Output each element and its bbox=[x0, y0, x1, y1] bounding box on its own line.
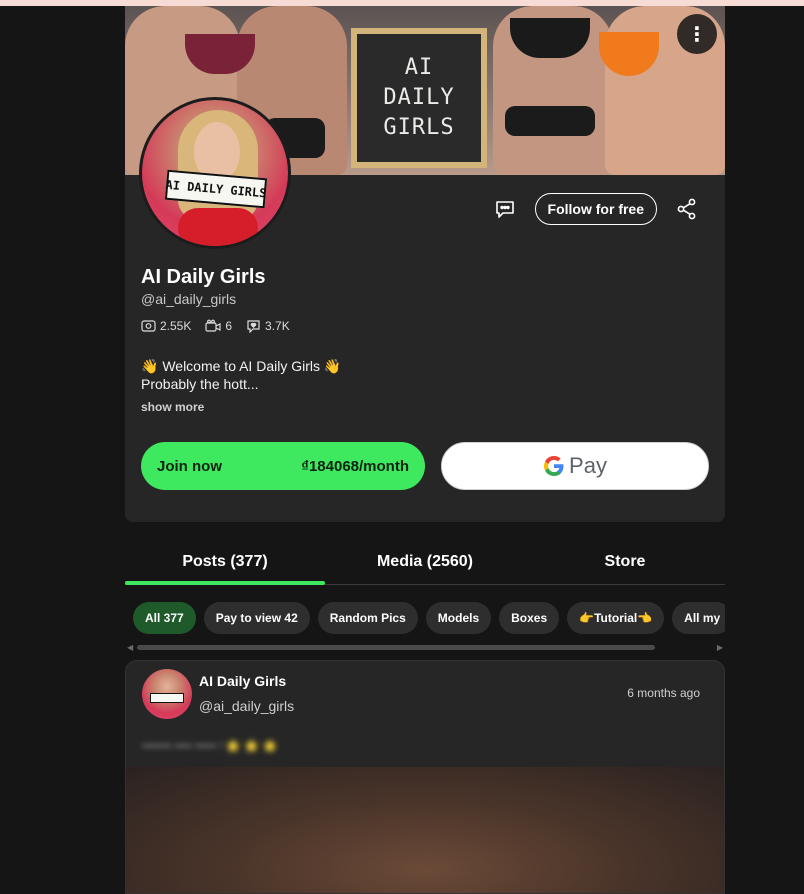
post-author[interactable]: AI Daily Girls bbox=[199, 673, 286, 689]
scrollbar-thumb[interactable] bbox=[137, 645, 655, 650]
post-media-locked[interactable] bbox=[126, 767, 724, 893]
chip-all[interactable]: All 377 bbox=[133, 602, 196, 634]
letterboard-line-1: AI bbox=[404, 55, 434, 80]
profile-stats: 2.55K 6 3.7K bbox=[141, 319, 304, 333]
scroll-left-arrow-icon[interactable]: ◀ bbox=[127, 643, 133, 652]
message-button[interactable] bbox=[491, 195, 519, 223]
post-filter-chips: All 377 Pay to view 42 Random Pics Model… bbox=[133, 602, 725, 634]
gpay-label: Pay bbox=[569, 453, 607, 478]
tab-posts[interactable]: Posts (377) bbox=[125, 539, 325, 585]
chip-models[interactable]: Models bbox=[425, 602, 492, 634]
chip-tutorial[interactable]: 👉Tutorial👈 bbox=[567, 602, 665, 634]
join-label: Join now bbox=[157, 457, 222, 475]
profile-actions: Follow for free bbox=[491, 193, 701, 225]
avatar[interactable]: AI DAILY GIRLS bbox=[139, 97, 291, 249]
post-card: AI Daily Girls @ai_daily_girls 6 months … bbox=[125, 660, 725, 894]
bio-line-2: Probably the hott... bbox=[141, 376, 259, 392]
photo-icon bbox=[141, 320, 156, 332]
like-icon bbox=[247, 320, 260, 333]
likes-stat: 3.7K bbox=[246, 319, 290, 333]
chip-random-pics[interactable]: Random Pics bbox=[317, 602, 418, 634]
photos-stat: 2.55K bbox=[141, 319, 191, 333]
chat-bubble-icon bbox=[495, 201, 514, 218]
profile-handle: @ai_daily_girls bbox=[141, 291, 237, 307]
videos-count: 6 bbox=[225, 319, 233, 333]
chip-boxes[interactable]: Boxes bbox=[499, 602, 560, 634]
tab-store[interactable]: Store bbox=[525, 539, 725, 584]
follow-button[interactable]: Follow for free bbox=[534, 193, 657, 225]
more-options-button[interactable]: ⋮ bbox=[677, 14, 717, 54]
video-icon bbox=[205, 319, 221, 332]
join-now-button[interactable]: Join now ₫184068/month bbox=[141, 442, 425, 490]
share-button[interactable] bbox=[673, 195, 701, 223]
bio-line-1: 👋 Welcome to AI Daily Girls 👋 bbox=[141, 358, 342, 374]
show-more-link[interactable]: show more bbox=[141, 400, 204, 414]
banner-letterboard: AI DAILY GIRLS bbox=[351, 28, 487, 168]
post-handle[interactable]: @ai_daily_girls bbox=[199, 698, 294, 714]
chip-all-my[interactable]: All my bbox=[672, 602, 725, 634]
photos-count: 2.55K bbox=[160, 319, 192, 333]
letterboard-line-3: GIRLS bbox=[383, 115, 455, 140]
likes-count: 3.7K bbox=[265, 319, 290, 333]
post-avatar[interactable] bbox=[142, 669, 192, 719]
post-timestamp: 6 months ago bbox=[627, 686, 700, 700]
post-blurred-text: ••••••• •••• ••••• ! ⭐ ⭐ ⭐ bbox=[142, 739, 278, 753]
profile-bio: 👋 Welcome to AI Daily Girls 👋 Probably t… bbox=[141, 357, 341, 393]
letterboard-line-2: DAILY bbox=[383, 85, 455, 110]
join-price: ₫184068/month bbox=[301, 457, 409, 475]
google-g-icon bbox=[544, 456, 564, 476]
videos-stat: 6 bbox=[205, 319, 232, 333]
chips-scrollbar[interactable]: ◀ ▶ bbox=[125, 643, 725, 652]
scroll-right-arrow-icon[interactable]: ▶ bbox=[717, 643, 723, 652]
google-pay-button[interactable]: Pay bbox=[441, 442, 709, 490]
share-icon bbox=[677, 198, 696, 220]
kebab-menu-icon: ⋮ bbox=[687, 23, 707, 46]
chip-pay-to-view[interactable]: Pay to view 42 bbox=[203, 602, 310, 634]
tab-media[interactable]: Media (2560) bbox=[325, 539, 525, 584]
profile-name: AI Daily Girls bbox=[141, 266, 266, 288]
profile-tabs: Posts (377) Media (2560) Store bbox=[125, 539, 725, 585]
